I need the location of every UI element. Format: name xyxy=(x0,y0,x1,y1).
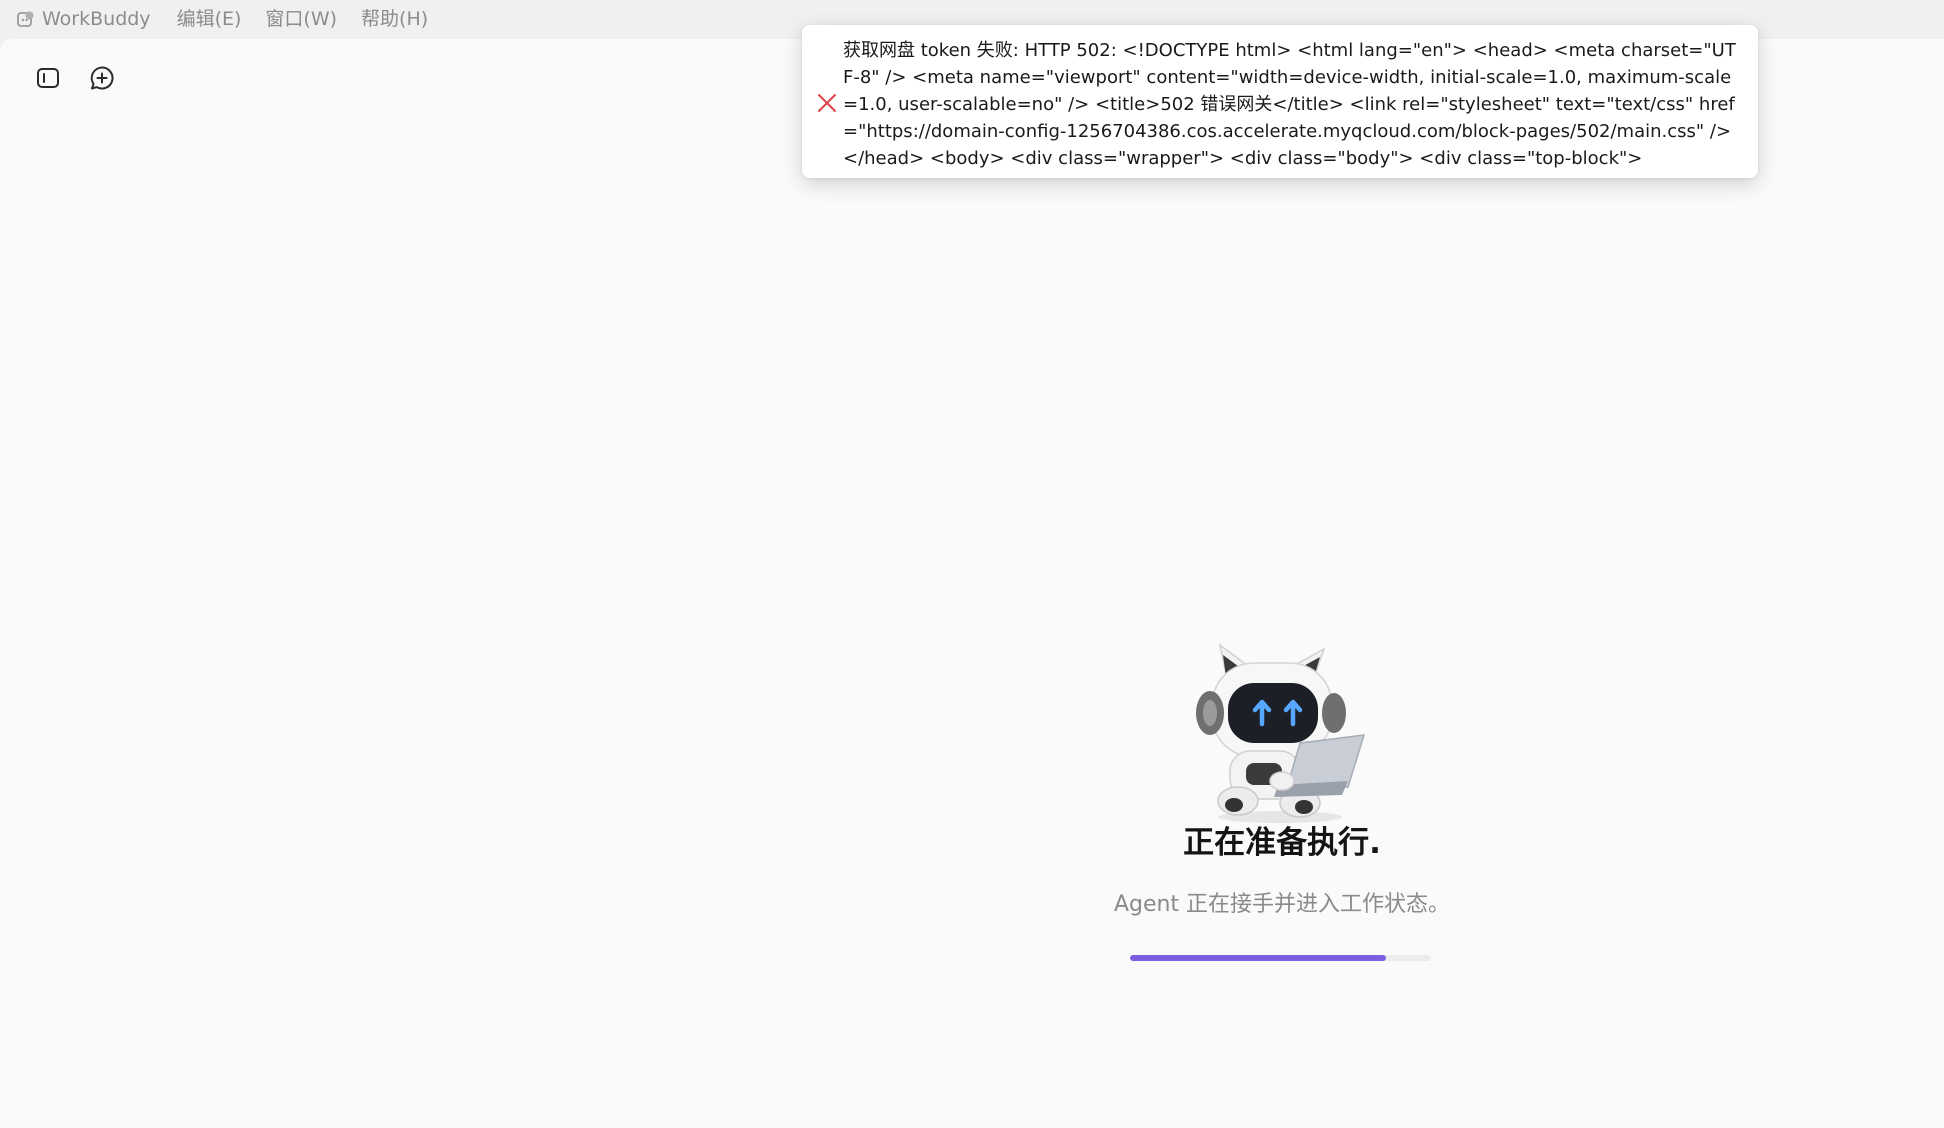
progress-bar xyxy=(1130,955,1431,961)
error-toast: 获取网盘 token 失败: HTTP 502: <!DOCTYPE html>… xyxy=(802,25,1758,178)
new-chat-button[interactable] xyxy=(82,60,122,100)
close-x-icon[interactable] xyxy=(816,92,838,114)
app-name[interactable]: WorkBuddy xyxy=(42,0,151,38)
error-toast-message: 获取网盘 token 失败: HTTP 502: <!DOCTYPE html>… xyxy=(843,40,1736,169)
toggle-sidebar-button[interactable] xyxy=(28,60,68,100)
menu-window[interactable]: 窗口(W) xyxy=(265,0,337,38)
chat-plus-icon xyxy=(88,64,116,96)
menu-edit[interactable]: 编辑(E) xyxy=(177,0,242,38)
status-title: 正在准备执行. xyxy=(1183,825,1381,861)
main-panel: 正在准备执行. Agent 正在接手并进入工作状态。 xyxy=(0,39,1944,1128)
sidebar-panel-icon xyxy=(35,65,61,95)
workbuddy-logo-icon xyxy=(16,9,36,29)
menu-help[interactable]: 帮助(H) xyxy=(361,0,428,38)
status-subtitle: Agent 正在接手并进入工作状态。 xyxy=(1113,892,1451,917)
robot-cat-laptop-illustration xyxy=(1190,639,1366,825)
progress-bar-fill xyxy=(1130,955,1386,961)
